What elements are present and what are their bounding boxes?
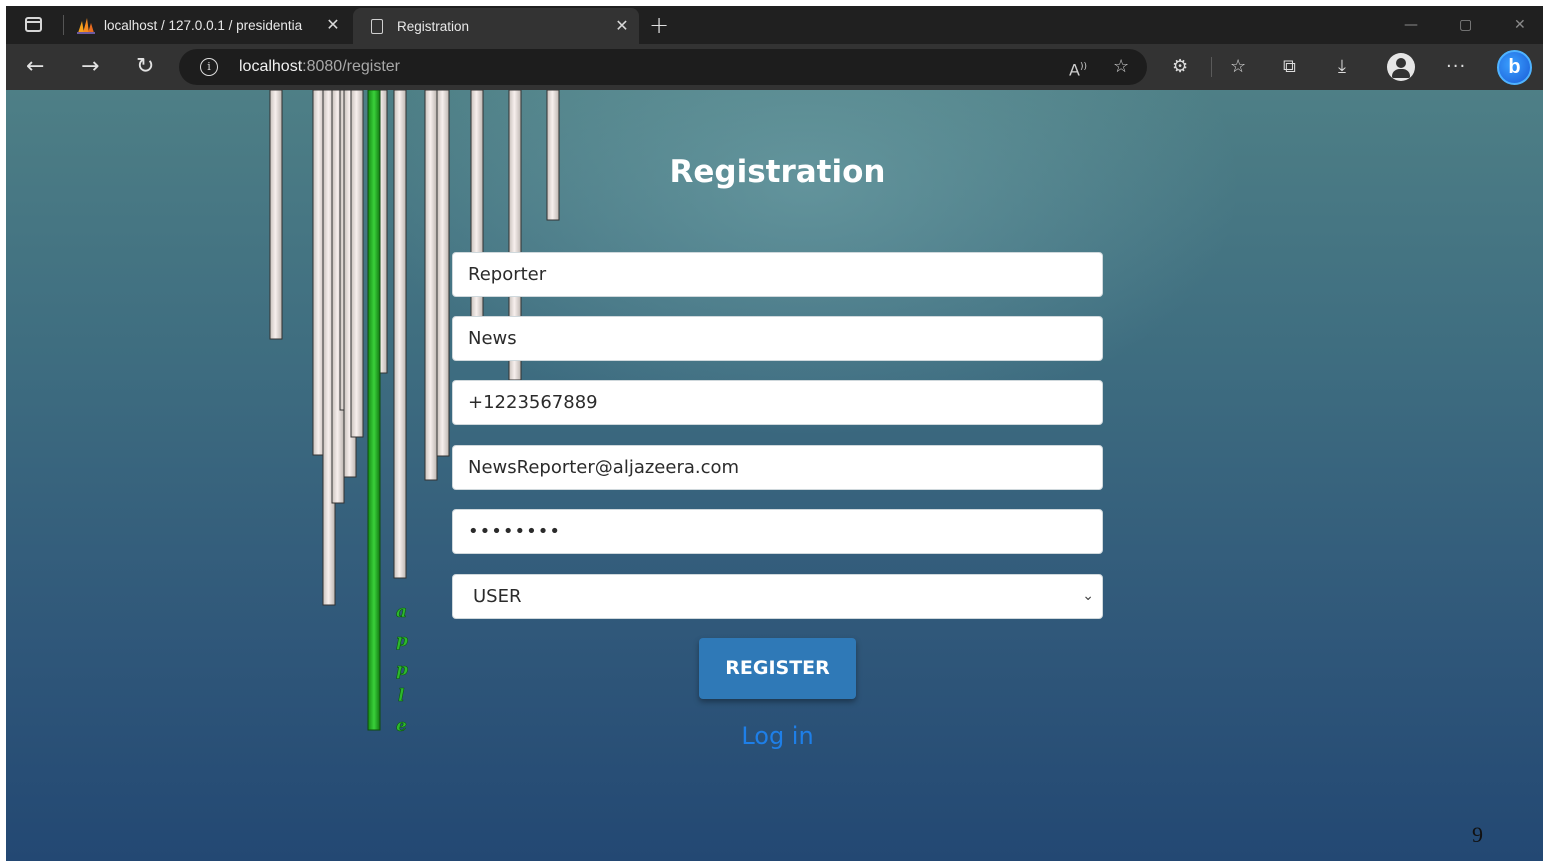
divider — [1211, 57, 1212, 77]
svg-text:p: p — [396, 631, 408, 651]
close-tab-icon[interactable]: ✕ — [322, 15, 344, 35]
collections-icon[interactable]: ⧉ — [1283, 44, 1296, 90]
page-icon — [371, 18, 383, 34]
bing-copilot-icon[interactable]: b — [1497, 50, 1532, 85]
read-aloud-icon[interactable]: A)) — [1069, 49, 1087, 88]
favorites-icon[interactable]: ☆ — [1230, 44, 1246, 90]
page-viewport: a p p l e Registration Reporter News +12… — [6, 90, 1543, 861]
svg-text:a: a — [396, 602, 407, 622]
tab-actions-icon[interactable] — [25, 17, 42, 32]
login-link: Log in — [6, 722, 1543, 750]
page-title: Registration — [669, 154, 886, 190]
forward-button[interactable]: → — [81, 44, 99, 90]
url-text[interactable]: localhost:8080/register — [239, 49, 400, 85]
email-field[interactable]: NewsReporter@aljazeera.com — [452, 445, 1103, 490]
slide-number: 9 — [1472, 822, 1483, 847]
apple-letters: a p p l e — [396, 602, 409, 737]
svg-text:p: p — [396, 660, 408, 680]
chevron-down-icon: ⌄ — [1082, 588, 1094, 604]
downloads-icon[interactable]: ⤓ — [1338, 44, 1346, 90]
maximize-button[interactable]: ▢ — [1459, 6, 1472, 44]
tab-phpmyadmin[interactable]: localhost / 127.0.0.1 / presidentia ✕ — [70, 6, 350, 44]
new-tab-button[interactable]: + — [649, 6, 669, 44]
login-link-text[interactable]: Log in — [741, 722, 813, 750]
tab-title: localhost / 127.0.0.1 / presidentia — [104, 17, 303, 33]
role-select-value: USER — [473, 586, 522, 607]
browser-toolbar: ← → ↻ i localhost:8080/register A)) ☆ ⚙ … — [6, 44, 1543, 90]
first-name-field[interactable]: Reporter — [452, 252, 1103, 297]
svg-text:l: l — [398, 686, 405, 706]
minimize-button[interactable]: — — [1404, 6, 1418, 44]
reload-button[interactable]: ↻ — [136, 44, 154, 90]
close-tab-icon[interactable]: ✕ — [611, 16, 633, 36]
role-select[interactable]: USER ⌄ — [452, 574, 1103, 619]
divider — [63, 15, 64, 35]
phpmyadmin-favicon — [76, 15, 96, 35]
address-bar[interactable]: i localhost:8080/register A)) ☆ — [179, 49, 1147, 85]
tab-strip: localhost / 127.0.0.1 / presidentia ✕ Re… — [6, 6, 1543, 44]
close-window-button[interactable]: ✕ — [1514, 6, 1526, 44]
password-field[interactable]: •••••••• — [452, 509, 1103, 554]
tab-registration[interactable]: Registration ✕ — [353, 8, 639, 44]
info-icon[interactable]: i — [200, 58, 218, 76]
register-button[interactable]: REGISTER — [699, 638, 856, 699]
tab-title: Registration — [397, 18, 470, 34]
last-name-field[interactable]: News — [452, 316, 1103, 361]
back-button[interactable]: ← — [26, 44, 44, 90]
more-icon[interactable]: ··· — [1446, 44, 1466, 90]
browser-window: localhost / 127.0.0.1 / presidentia ✕ Re… — [6, 6, 1543, 861]
phone-field[interactable]: +1223567889 — [452, 380, 1103, 425]
extensions-icon[interactable]: ⚙ — [1172, 44, 1188, 90]
profile-icon[interactable] — [1387, 53, 1415, 81]
favorite-add-icon[interactable]: ☆ — [1113, 49, 1129, 85]
url-path: :8080/register — [302, 58, 400, 75]
url-host: localhost — [239, 58, 303, 75]
